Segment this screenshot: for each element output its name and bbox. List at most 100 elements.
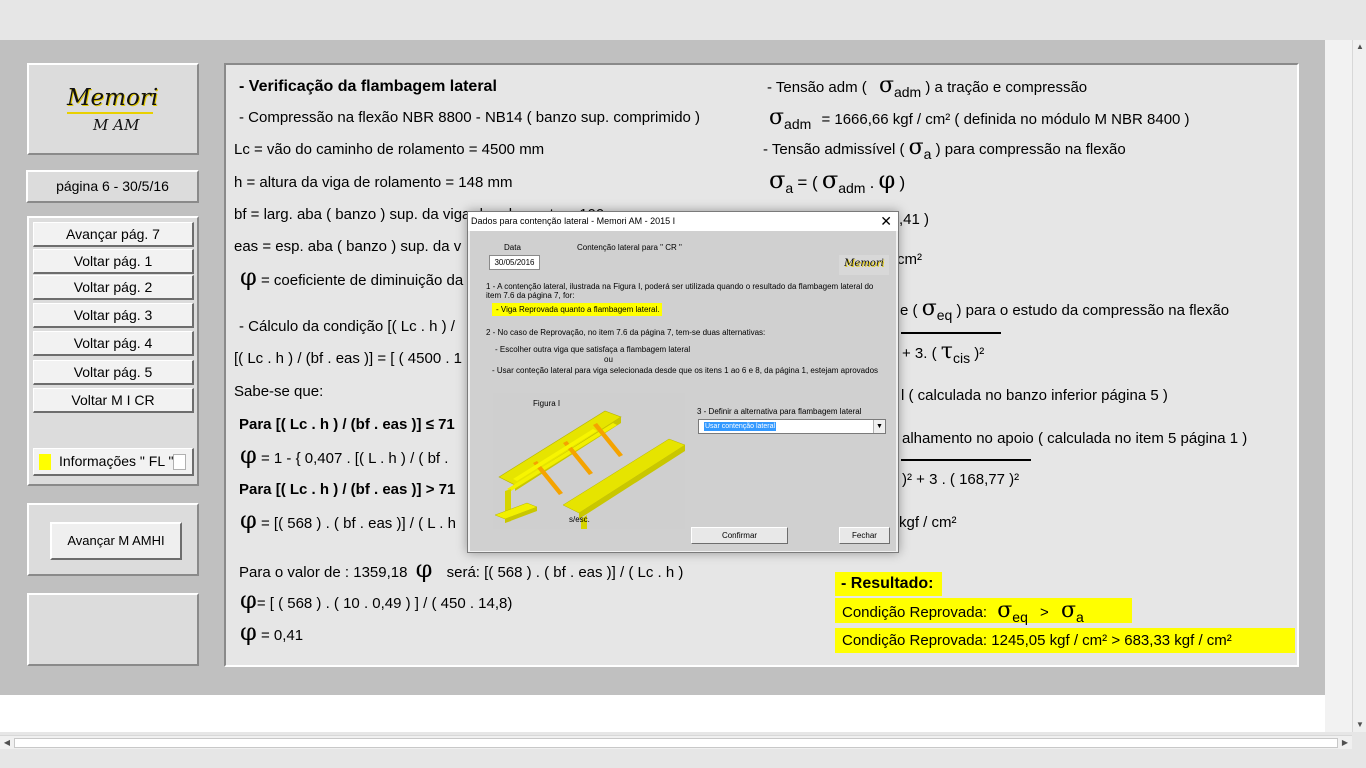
greater-than: > (1040, 604, 1049, 621)
line-tensao-admissivel: - Tensão admissível ( σa ) para compress… (763, 135, 1126, 162)
phi-symbol: φ (240, 618, 257, 646)
tensao-adm-label: - Tensão adm ( (767, 79, 867, 96)
status-strip (0, 749, 1366, 768)
alternative-ou: ou (604, 355, 613, 364)
tensao-adm-tail: ) a tração e compressão (925, 79, 1088, 96)
formula-open: = ( (797, 173, 818, 192)
phi-calc-text: = [ ( 568 ) . ( 10 . 0,49 ) ] / ( 450 . … (256, 595, 513, 612)
phi-formula-1-text: = 1 - { 0,407 . [( L . h ) / ( bf . (260, 450, 449, 467)
fraction-rule (901, 459, 1031, 461)
line-tau-cis: + 3. ( τcis )² (902, 339, 984, 366)
tensao-eq-open: e ( (900, 302, 918, 319)
paragraph-1b: item 7.6 da página 7, for: (486, 291, 575, 300)
figure-I: Figura I s/esc. (493, 393, 686, 529)
logo-panel: Memori M AM (27, 63, 199, 155)
sigma-symbol: σ (878, 73, 894, 98)
nav-button-voltar-3[interactable]: Voltar pág. 3 (33, 303, 194, 328)
sigma-adm-value: = 1666,66 kgf / cm² ( definida no módulo… (821, 111, 1190, 128)
line-para-valor: Para o valor de : 1359,18 φ será: [( 568… (239, 555, 683, 583)
nav-button-voltar-5[interactable]: Voltar pág. 5 (33, 360, 194, 385)
tau-subscript: cis (952, 350, 971, 366)
line-sigma-adm: σadm = 1666,66 kgf / cm² ( definida no m… (769, 105, 1190, 132)
sigma-symbol: σ (997, 598, 1013, 623)
line-phi-formula-2: φ = [( 568 ) . ( bf . eas )] / ( L . h (240, 506, 456, 534)
highlight-reprovada: - Viga Reprovada quanto a flambagem late… (492, 303, 662, 316)
checkbox[interactable] (173, 454, 186, 470)
tau-close: )² (974, 345, 985, 362)
chevron-down-icon[interactable]: ▼ (873, 420, 885, 433)
info-fl-button[interactable]: Informações " FL " (33, 448, 194, 476)
sigma-symbol: σ (1060, 598, 1077, 623)
phi-symbol: φ (240, 263, 257, 291)
yellow-square-icon (39, 454, 51, 470)
result-label: Condição Reprovada: (842, 604, 988, 621)
line-phi-result: φ = 0,41 (240, 618, 303, 646)
sera-text: será: [( 568 ) . ( bf . eas )] / ( Lc . … (446, 564, 684, 581)
close-button[interactable]: Fechar (839, 527, 890, 544)
line-partial-41: ,41 ) (899, 211, 930, 228)
logo-sub: M AM (93, 116, 140, 134)
close-icon[interactable]: ✕ (880, 212, 892, 231)
phi-result-text: = 0,41 (260, 627, 304, 644)
line-phi-coef: φ = coeficiente de diminuição da (240, 263, 463, 291)
line-banzo-inferior: l ( calculada no banzo inferior página 5… (901, 387, 1168, 404)
contencao-label: Contenção lateral para " CR " (577, 243, 682, 252)
scroll-right-icon[interactable]: ▶ (1338, 736, 1352, 750)
sigma-symbol: σ (908, 135, 924, 160)
nav-button-voltar-2[interactable]: Voltar pág. 2 (33, 275, 194, 300)
scroll-thumb[interactable] (14, 738, 1338, 748)
scroll-left-icon[interactable]: ◀ (0, 736, 14, 750)
sigma-subscript: adm (784, 116, 812, 132)
para-valor-text: Para o valor de : 1359,18 (239, 564, 408, 581)
page-info: página 6 - 30/5/16 (26, 170, 199, 203)
nav-button-voltar-micr[interactable]: Voltar M I CR (33, 388, 194, 413)
paragraph-3: 3 - Definir a alternativa para flambagem… (697, 407, 862, 416)
line-tensao-adm: - Tensão adm ( σadm ) a tração e compres… (767, 73, 1087, 100)
dialog-body: Data 30/05/2016 Contenção lateral para "… (470, 231, 896, 551)
avancar-mamhi-button[interactable]: Avançar M AMHI (50, 522, 182, 560)
nav-button-voltar-1[interactable]: Voltar pág. 1 (33, 249, 194, 274)
line-cisalhamento: alhamento no apoio ( calculada no item 5… (902, 430, 1248, 447)
sigma-symbol: σ (769, 166, 786, 194)
line-phi-formula-1: φ = 1 - { 0,407 . [( L . h ) / ( bf . (240, 441, 448, 469)
tensao-admissivel-label: - Tensão admissível ( (763, 141, 905, 158)
line-partial-cm2: cm² (897, 251, 922, 268)
alternative-b: - Usar conteção lateral para viga seleci… (492, 366, 879, 375)
line-para-le: Para [( Lc . h ) / (bf . eas )] ≤ 71 (239, 416, 455, 433)
dialog-title-bar: Dados para contenção lateral - Memori AM… (468, 212, 898, 231)
contencao-lateral-dialog: Dados para contenção lateral - Memori AM… (467, 211, 899, 553)
confirm-button[interactable]: Confirmar (691, 527, 788, 544)
line-168: )² + 3 . ( 168,77 )² (902, 471, 1020, 488)
select-value: Usar contenção lateral (704, 422, 777, 431)
phi-coef-text: = coeficiente de diminuição da (260, 272, 464, 289)
result-title: - Resultado: (835, 572, 942, 596)
phi-symbol: φ (240, 506, 257, 534)
scroll-down-icon[interactable]: ▼ (1353, 718, 1366, 732)
sigma-symbol: σ (821, 166, 839, 194)
phi-formula-2-text: = [( 568 ) . ( bf . eas )] / ( L . h (260, 515, 456, 532)
tau-open: + 3. ( (902, 345, 937, 362)
beam-illustration (493, 393, 686, 529)
phi-symbol: φ (878, 166, 896, 194)
sigma-symbol: σ (921, 296, 937, 321)
vertical-scrollbar[interactable]: ▲ ▼ (1352, 40, 1366, 732)
nav-button-avancar-7[interactable]: Avançar pág. 7 (33, 222, 194, 247)
formula-dot: . (869, 173, 875, 192)
line-para-gt: Para [( Lc . h ) / (bf . eas )] > 71 (239, 481, 456, 498)
info-fl-label: Informações " FL " (59, 453, 174, 469)
sigma-subscript: eq (936, 307, 953, 323)
nav-button-voltar-4[interactable]: Voltar pág. 4 (33, 331, 194, 356)
alternative-select[interactable]: Usar contenção lateral ▼ (698, 419, 886, 434)
figure-label: Figura I (533, 399, 561, 408)
sigma-symbol: σ (769, 105, 785, 130)
scroll-up-icon[interactable]: ▲ (1353, 40, 1366, 54)
paragraph-1: 1 - A contenção lateral, ilustrada na Fi… (486, 282, 874, 291)
top-bar (0, 0, 1366, 40)
line-compressao: - Compressão na flexão NBR 8800 - NB14 (… (239, 109, 701, 126)
horizontal-scrollbar[interactable]: ◀ ▶ (0, 735, 1352, 749)
date-field[interactable]: 30/05/2016 (489, 255, 540, 270)
line-h: h = altura da viga de rolamento = 148 mm (234, 174, 513, 191)
alternative-a: - Escolher outra viga que satisfaça a fl… (495, 345, 691, 354)
logo-main: Memori (67, 85, 159, 111)
paragraph-2: 2 - No caso de Reprovação, no item 7.6 d… (486, 328, 766, 337)
